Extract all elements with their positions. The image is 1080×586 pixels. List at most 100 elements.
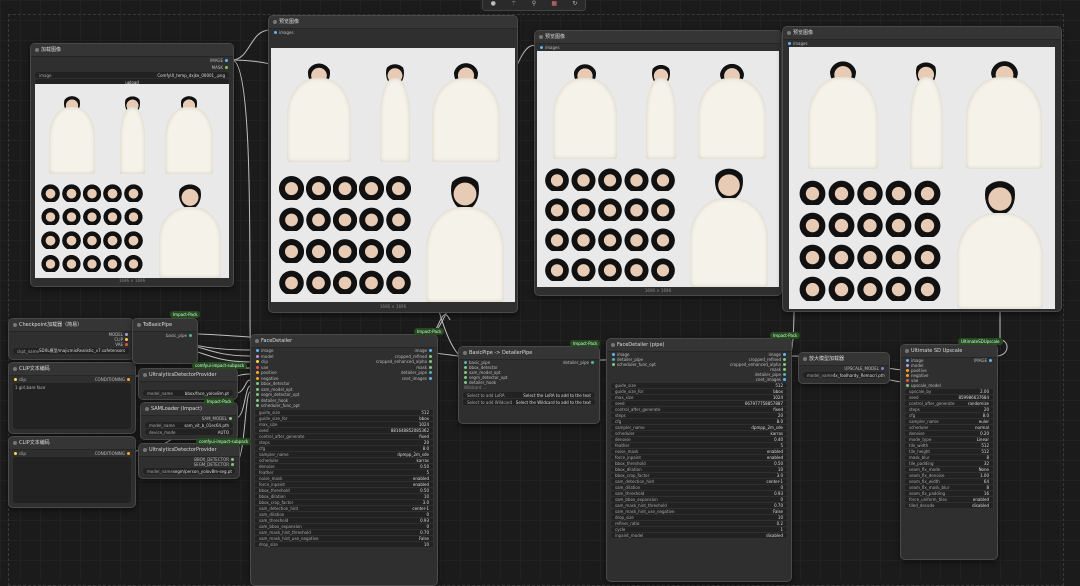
load-image-node[interactable]: 加载图像 IMAGE MASK image ComfyUI_temp_dxjke_… — [30, 43, 234, 287]
node-title[interactable]: 预览图像 — [535, 31, 781, 44]
output-image[interactable]: IMAGE — [210, 58, 228, 63]
device-mode-select[interactable]: device_mode AUTO — [145, 429, 233, 435]
widget-sampler-name[interactable]: sampler_name euler — [905, 419, 993, 424]
image-select[interactable]: image ComfyUI_temp_dxjke_00001_.png — [35, 72, 229, 78]
widget-guide-size-for[interactable]: guide_size_for bbox — [255, 415, 433, 421]
input-bbox-detector[interactable]: bbox_detector — [256, 381, 290, 386]
input-clip[interactable]: clip — [14, 451, 26, 456]
widget-control-after-generate[interactable]: control_after_generate randomize — [905, 401, 993, 406]
widget-drop-size[interactable]: drop_size 10 — [255, 541, 433, 547]
widget-seed[interactable]: seed 667977758857887 — [611, 401, 787, 406]
widget-denoise[interactable]: denoise 0.20 — [905, 431, 993, 436]
node-title[interactable]: BasicPipe -> DetailerPipe — [459, 347, 599, 360]
model-name-select[interactable]: model_name segm/person_yolov8m-seg.pt — [143, 468, 235, 474]
widget-upscale-by[interactable]: upscale_by 2.00 — [905, 389, 993, 394]
input-images[interactable]: images — [788, 41, 808, 46]
output-basic-pipe[interactable]: basic_pipe — [166, 333, 192, 338]
clip-text-encode-node-2[interactable]: CLIP文本编码 clip CONDITIONING — [8, 436, 136, 508]
widget-seam-fix-mode[interactable]: seam_fix_mode None — [905, 467, 993, 472]
widget-sam-detection-hint[interactable]: sam_detection_hint center-1 — [611, 479, 787, 484]
output-image[interactable]: IMAGE — [974, 358, 992, 363]
widget-drop-size[interactable]: drop_size 10 — [611, 515, 787, 520]
input-negative[interactable]: negative — [256, 376, 279, 381]
ultralytics-segm-provider-node[interactable]: UltralyticsDetectorProvider BBOX_DETECTO… — [138, 443, 240, 479]
widget-guide-size[interactable]: guide_size 512 — [611, 383, 787, 388]
node-title[interactable]: CLIP文本编码 — [9, 363, 135, 376]
pin-icon[interactable]: ⚲ — [532, 0, 536, 7]
lora-select[interactable]: Select to add LoRA Select the LoRA to add… — [463, 392, 595, 398]
input-scheduler-func-opt[interactable]: scheduler_func_opt — [256, 403, 300, 408]
preview-image-node-2[interactable]: 预览图像 images 1696 × 1696 — [534, 30, 782, 296]
input-upscale-model[interactable]: upscale_model — [906, 383, 941, 388]
prompt-textarea[interactable]: 1 girl,bare face — [13, 383, 131, 429]
delete-icon[interactable]: ▦ — [551, 0, 557, 7]
node-title[interactable]: ToBasicPipe — [133, 319, 197, 332]
node-title[interactable]: 预览图像 — [783, 27, 1061, 40]
output-conditioning[interactable]: CONDITIONING — [95, 377, 130, 382]
to-basic-pipe-node[interactable]: ToBasicPipe basic_pipe — [132, 318, 198, 364]
widget-sam-threshold[interactable]: sam_threshold 0.93 — [611, 491, 787, 496]
input-images[interactable]: images — [274, 30, 294, 35]
widget-sam-dilation[interactable]: sam_dilation 0 — [611, 485, 787, 490]
widget-sam-bbox-expansion[interactable]: sam_bbox_expansion 0 — [255, 523, 433, 529]
widget-cfg[interactable]: cfg 8.0 — [905, 413, 993, 418]
input-images[interactable]: images — [540, 45, 560, 50]
widget-scheduler[interactable]: scheduler karras — [611, 431, 787, 436]
widget-sam-bbox-expansion[interactable]: sam_bbox_expansion 0 — [611, 497, 787, 502]
widget-tile-width[interactable]: tile_width 512 — [905, 443, 993, 448]
widget-noise-mask[interactable]: noise_mask enabled — [611, 449, 787, 454]
node-title[interactable]: 加载图像 — [31, 44, 233, 57]
widget-seam-fix-denoise[interactable]: seam_fix_denoise 1.00 — [905, 473, 993, 478]
widget-steps[interactable]: steps 20 — [611, 413, 787, 418]
widget-steps[interactable]: steps 20 — [905, 407, 993, 412]
widget-feather[interactable]: feather 5 — [255, 469, 433, 475]
output-image[interactable]: image — [415, 348, 432, 353]
circle-icon[interactable]: ● — [491, 0, 496, 7]
widget-inpaint-model[interactable]: inpaint_model disabled — [611, 533, 787, 538]
node-title[interactable]: 放大模型加载器 — [799, 353, 889, 366]
widget-guide-size-for[interactable]: guide_size_for bbox — [611, 389, 787, 394]
widget-seam-fix-padding[interactable]: seam_fix_padding 16 — [905, 491, 993, 496]
basic-pipe-to-detailer-pipe-node[interactable]: BasicPipe -> DetailerPipe basic_pipe bbox… — [458, 346, 600, 424]
output-mask[interactable]: mask — [416, 365, 432, 370]
ckpt-name-select[interactable]: ckpt_name SDXL模型/majicmixRealistic_v7.saf… — [13, 348, 129, 354]
widget-bbox-crop-factor[interactable]: bbox_crop_factor 3.0 — [611, 473, 787, 478]
widget-scheduler[interactable]: scheduler karras — [255, 457, 433, 463]
widget-sam-threshold[interactable]: sam_threshold 0.93 — [255, 517, 433, 523]
input-clip[interactable]: clip — [256, 359, 268, 364]
widget-bbox-threshold[interactable]: bbox_threshold 0.50 — [611, 461, 787, 466]
widget-cfg[interactable]: cfg 8.0 — [255, 445, 433, 451]
widget-seed[interactable]: seed 881648852085362 — [255, 427, 433, 433]
output-upscale-model[interactable]: UPSCALE_MODEL — [844, 366, 884, 371]
preview-image-node-3[interactable]: 预览图像 images — [782, 26, 1062, 312]
upscale-model-loader-node[interactable]: 放大模型加载器 UPSCALE_MODEL model_name 4x_foolh… — [798, 352, 890, 384]
ultimate-sd-upscale-node[interactable]: Ultimate SD Upscale image model positive ne… — [900, 344, 998, 560]
widget-max-size[interactable]: max_size 1024 — [611, 395, 787, 400]
widget-steps[interactable]: steps 20 — [255, 439, 433, 445]
selection-toolbar[interactable]: ● ⚚ ⚲ ▦ ↻ — [482, 0, 586, 11]
input-model[interactable]: model — [256, 354, 273, 359]
widget-sam-dilation[interactable]: sam_dilation 0 — [255, 511, 433, 517]
widget-sampler-name[interactable]: sampler_name dpmpp_2m_sde — [611, 425, 787, 430]
output-sam-model[interactable]: SAM_MODEL — [202, 416, 232, 421]
output-cropped-enhanced-alpha[interactable]: cropped_enhanced_alpha — [376, 359, 432, 364]
face-detailer-pipe-node[interactable]: FaceDetailer (pipe) image detailer_pipe sc… — [606, 338, 792, 582]
widget-guide-size[interactable]: guide_size 512 — [255, 409, 433, 415]
widget-control-after-generate[interactable]: control_after_generate fixed — [255, 433, 433, 439]
widget-sam-mask-hint-threshold[interactable]: sam_mask_hint_threshold 0.70 — [611, 503, 787, 508]
widget-tiled-decode[interactable]: tiled_decode disabled — [905, 503, 993, 508]
widget-tile-padding[interactable]: tile_padding 32 — [905, 461, 993, 466]
node-title[interactable]: Ultimate SD Upscale — [901, 345, 997, 358]
node-title[interactable]: FaceDetailer (pipe) — [607, 339, 791, 352]
output-detailer-pipe[interactable]: detailer_pipe — [401, 370, 432, 375]
input-clip[interactable]: clip — [14, 377, 26, 382]
output-cnet-images[interactable]: cnet_images — [756, 377, 786, 382]
widget-feather[interactable]: feather 5 — [611, 443, 787, 448]
input-vae[interactable]: vae — [256, 365, 268, 370]
output-segm-detector[interactable]: SEGM_DETECTOR — [194, 462, 234, 467]
widget-force-inpaint[interactable]: force_inpaint enabled — [255, 481, 433, 487]
widget-refiner-ratio[interactable]: refiner_ratio 0.2 — [611, 521, 787, 526]
widget-denoise[interactable]: denoise 0.40 — [611, 437, 787, 442]
widget-control-after-generate[interactable]: control_after_generate fixed — [611, 407, 787, 412]
output-conditioning[interactable]: CONDITIONING — [95, 451, 130, 456]
